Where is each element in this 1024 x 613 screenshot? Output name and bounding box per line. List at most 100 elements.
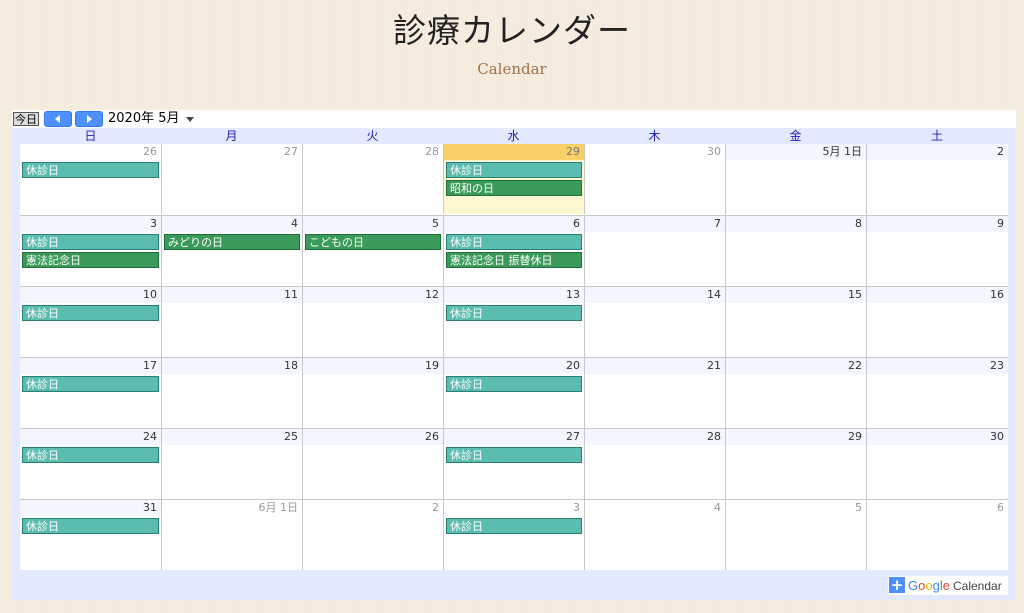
- closed-day-event[interactable]: 休診日: [446, 376, 582, 392]
- day-number[interactable]: 14: [585, 287, 725, 303]
- closed-day-event[interactable]: 休診日: [446, 447, 582, 463]
- holiday-event[interactable]: 昭和の日: [446, 180, 582, 196]
- day-cell[interactable]: 2: [866, 144, 1008, 214]
- day-number[interactable]: 5月 1日: [726, 144, 866, 160]
- day-number[interactable]: 13: [444, 287, 584, 303]
- day-cell[interactable]: 18: [161, 358, 302, 428]
- day-cell[interactable]: 5 こどもの日: [302, 216, 443, 286]
- day-cell[interactable]: 5月 1日: [725, 144, 866, 214]
- day-number[interactable]: 20: [444, 358, 584, 374]
- closed-day-event[interactable]: 休診日: [446, 305, 582, 321]
- day-number[interactable]: 10: [20, 287, 161, 303]
- day-number[interactable]: 30: [867, 429, 1008, 445]
- day-number[interactable]: 27: [444, 429, 584, 445]
- day-number[interactable]: 26: [20, 144, 161, 160]
- day-cell[interactable]: 4: [584, 500, 725, 570]
- day-cell[interactable]: 25: [161, 429, 302, 499]
- day-number[interactable]: 25: [162, 429, 302, 445]
- day-cell[interactable]: 9: [866, 216, 1008, 286]
- day-cell[interactable]: 13 休診日: [443, 287, 584, 357]
- day-cell[interactable]: 23: [866, 358, 1008, 428]
- day-number[interactable]: 29: [444, 144, 584, 160]
- day-cell[interactable]: 11: [161, 287, 302, 357]
- day-cell[interactable]: 5: [725, 500, 866, 570]
- day-number[interactable]: 27: [162, 144, 302, 160]
- day-cell[interactable]: 29 休診日昭和の日: [443, 144, 584, 214]
- holiday-event[interactable]: みどりの日: [164, 234, 300, 250]
- day-number[interactable]: 11: [162, 287, 302, 303]
- day-number[interactable]: 17: [20, 358, 161, 374]
- closed-day-event[interactable]: 休診日: [22, 447, 159, 463]
- day-cell[interactable]: 6: [866, 500, 1008, 570]
- day-cell[interactable]: 28: [302, 144, 443, 214]
- closed-day-event[interactable]: 休診日: [446, 162, 582, 178]
- day-number[interactable]: 5: [303, 216, 443, 232]
- day-cell[interactable]: 19: [302, 358, 443, 428]
- day-cell[interactable]: 12: [302, 287, 443, 357]
- closed-day-event[interactable]: 休診日: [22, 162, 159, 178]
- day-number[interactable]: 3: [20, 216, 161, 232]
- day-cell[interactable]: 27: [161, 144, 302, 214]
- closed-day-event[interactable]: 休診日: [446, 234, 582, 250]
- day-cell[interactable]: 24 休診日: [20, 429, 161, 499]
- day-cell[interactable]: 6月 1日: [161, 500, 302, 570]
- closed-day-event[interactable]: 休診日: [446, 518, 582, 534]
- day-number[interactable]: 6: [867, 500, 1008, 516]
- day-number[interactable]: 26: [303, 429, 443, 445]
- day-cell[interactable]: 26: [302, 429, 443, 499]
- day-number[interactable]: 23: [867, 358, 1008, 374]
- day-number[interactable]: 19: [303, 358, 443, 374]
- prev-month-button[interactable]: [44, 111, 72, 127]
- day-number[interactable]: 28: [303, 144, 443, 160]
- day-number[interactable]: 6月 1日: [162, 500, 302, 516]
- day-cell[interactable]: 7: [584, 216, 725, 286]
- day-cell[interactable]: 10 休診日: [20, 287, 161, 357]
- day-number[interactable]: 15: [726, 287, 866, 303]
- day-cell[interactable]: 22: [725, 358, 866, 428]
- holiday-event[interactable]: こどもの日: [305, 234, 441, 250]
- day-cell[interactable]: 30: [866, 429, 1008, 499]
- holiday-event[interactable]: 憲法記念日 振替休日: [446, 252, 582, 268]
- closed-day-event[interactable]: 休診日: [22, 305, 159, 321]
- day-number[interactable]: 8: [726, 216, 866, 232]
- today-button[interactable]: 今日: [13, 112, 39, 126]
- google-calendar-badge[interactable]: + Google Calendar: [888, 576, 1008, 595]
- day-cell[interactable]: 4 みどりの日: [161, 216, 302, 286]
- day-cell[interactable]: 29: [725, 429, 866, 499]
- day-number[interactable]: 29: [726, 429, 866, 445]
- next-month-button[interactable]: [75, 111, 103, 127]
- day-cell[interactable]: 20 休診日: [443, 358, 584, 428]
- closed-day-event[interactable]: 休診日: [22, 234, 159, 250]
- day-cell[interactable]: 17 休診日: [20, 358, 161, 428]
- day-cell[interactable]: 27 休診日: [443, 429, 584, 499]
- day-number[interactable]: 2: [303, 500, 443, 516]
- day-number[interactable]: 12: [303, 287, 443, 303]
- day-cell[interactable]: 26 休診日: [20, 144, 161, 214]
- day-cell[interactable]: 21: [584, 358, 725, 428]
- day-number[interactable]: 30: [585, 144, 725, 160]
- day-number[interactable]: 2: [867, 144, 1008, 160]
- day-number[interactable]: 24: [20, 429, 161, 445]
- month-dropdown-caret-icon[interactable]: [186, 117, 194, 122]
- day-cell[interactable]: 2: [302, 500, 443, 570]
- day-cell[interactable]: 3 休診日憲法記念日: [20, 216, 161, 286]
- day-cell[interactable]: 3 休診日: [443, 500, 584, 570]
- day-cell[interactable]: 31 休診日: [20, 500, 161, 570]
- closed-day-event[interactable]: 休診日: [22, 376, 159, 392]
- closed-day-event[interactable]: 休診日: [22, 518, 159, 534]
- day-cell[interactable]: 6 休診日憲法記念日 振替休日: [443, 216, 584, 286]
- day-number[interactable]: 18: [162, 358, 302, 374]
- day-cell[interactable]: 15: [725, 287, 866, 357]
- day-cell[interactable]: 16: [866, 287, 1008, 357]
- day-number[interactable]: 3: [444, 500, 584, 516]
- day-cell[interactable]: 28: [584, 429, 725, 499]
- day-number[interactable]: 6: [444, 216, 584, 232]
- day-number[interactable]: 21: [585, 358, 725, 374]
- day-number[interactable]: 7: [585, 216, 725, 232]
- day-number[interactable]: 4: [162, 216, 302, 232]
- day-number[interactable]: 9: [867, 216, 1008, 232]
- holiday-event[interactable]: 憲法記念日: [22, 252, 159, 268]
- day-number[interactable]: 22: [726, 358, 866, 374]
- day-cell[interactable]: 8: [725, 216, 866, 286]
- day-cell[interactable]: 30: [584, 144, 725, 214]
